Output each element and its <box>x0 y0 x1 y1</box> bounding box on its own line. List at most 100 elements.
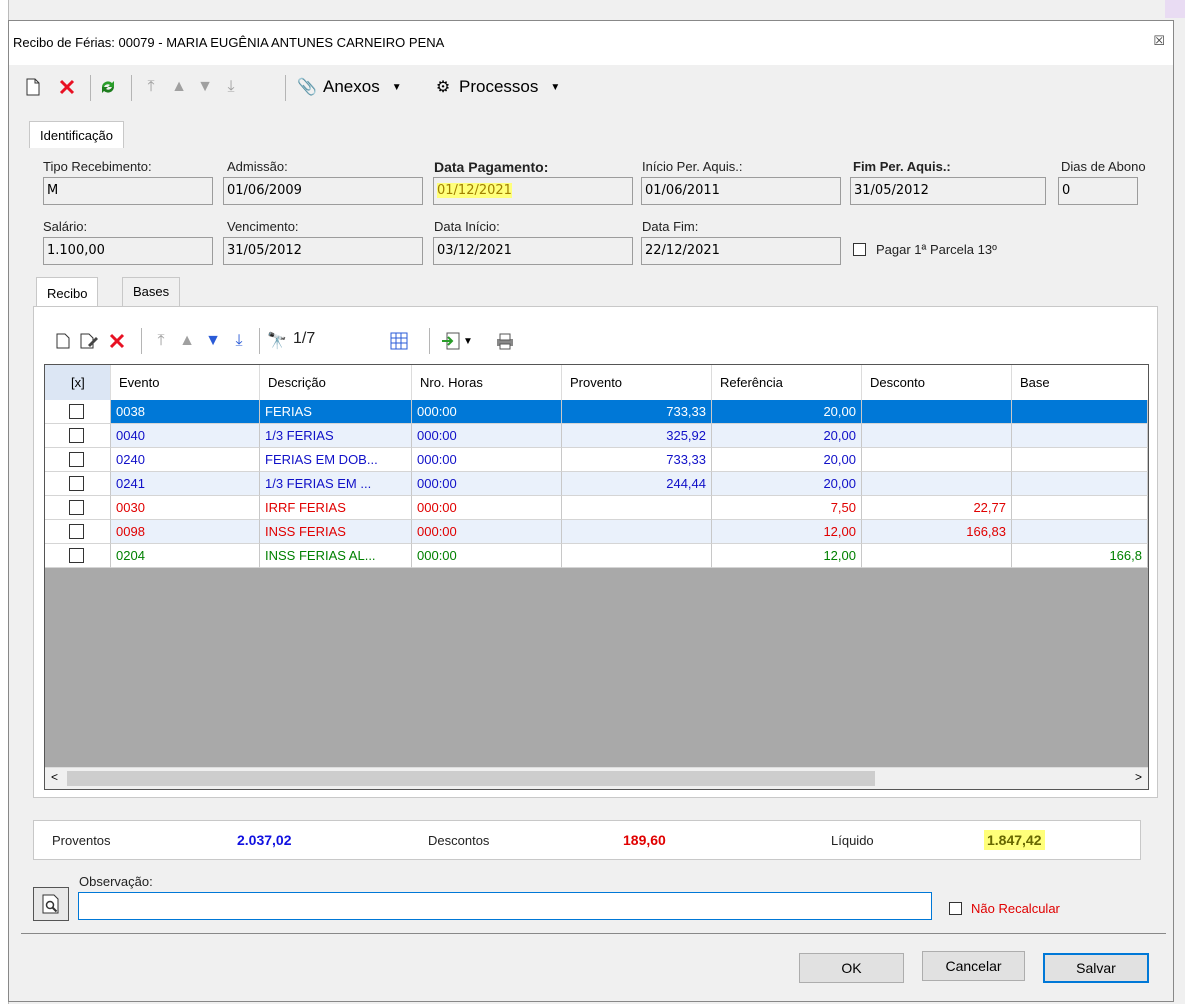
toolbar-separator <box>141 328 142 354</box>
close-icon[interactable]: ☒ <box>1153 33 1165 49</box>
cell-horas: 000:00 <box>412 472 562 496</box>
column-header-provento[interactable]: Provento <box>562 365 712 400</box>
cell-provento: 733,33 <box>562 400 712 424</box>
salvar-button[interactable]: Salvar <box>1043 953 1149 983</box>
column-header-nro-horas[interactable]: Nro. Horas <box>412 365 562 400</box>
data-inicio-field[interactable]: 03/12/2021 <box>433 237 633 265</box>
next-record-button[interactable]: ▼ <box>195 65 215 109</box>
pagar-parcela-checkbox[interactable] <box>853 243 866 256</box>
scroll-right-icon[interactable]: > <box>1135 770 1142 784</box>
data-pagamento-field[interactable]: 01/12/2021 <box>433 177 633 205</box>
table-row[interactable]: 0204 INSS FERIAS AL... 000:00 12,00 166,8 <box>45 544 1148 568</box>
scroll-left-icon[interactable]: < <box>51 770 58 784</box>
salario-field[interactable]: 1.100,00 <box>43 237 213 265</box>
grid-new-button[interactable] <box>53 319 73 363</box>
observacao-lookup-button[interactable] <box>33 887 69 921</box>
refresh-icon <box>98 77 118 97</box>
tab-identificacao[interactable]: Identificação <box>29 121 124 149</box>
scrollbar-thumb[interactable] <box>67 771 875 786</box>
page-indicator: 1/7 <box>293 330 316 347</box>
cell-horas: 000:00 <box>412 448 562 472</box>
grid-columns-button[interactable] <box>389 319 409 363</box>
chevron-down-icon: ▼ <box>463 335 473 347</box>
grid-edit-button[interactable] <box>79 319 99 363</box>
column-header-evento[interactable]: Evento <box>111 365 260 400</box>
tipo-recebimento-field[interactable]: M <box>43 177 213 205</box>
processos-menu-button[interactable]: ⚙ Processos ▼ <box>433 65 560 109</box>
salario-label: Salário: <box>43 219 88 234</box>
row-checkbox[interactable] <box>69 548 84 563</box>
grid-last-button[interactable]: ⤓ <box>229 319 249 363</box>
cell-evento: 0240 <box>111 448 260 472</box>
title-bar: Recibo de Férias: 00079 - MARIA EUGÊNIA … <box>9 21 1173 65</box>
row-checkbox[interactable] <box>69 500 84 515</box>
delete-button[interactable] <box>57 65 77 109</box>
refresh-button[interactable] <box>98 65 118 109</box>
cancelar-button[interactable]: Cancelar <box>922 951 1025 981</box>
main-toolbar: ⤒ ▲ ▼ ⤓ 📎 Anexos ▼ ⚙ Processos ▼ <box>9 65 1173 109</box>
cell-evento: 0098 <box>111 520 260 544</box>
anexos-menu-button[interactable]: 📎 Anexos ▼ <box>297 65 402 109</box>
grid-up-button[interactable]: ▲ <box>177 319 197 363</box>
grid-search-button[interactable]: 🔭 <box>267 319 287 363</box>
data-pagamento-value: 01/12/2021 <box>437 183 512 198</box>
tab-recibo[interactable]: Recibo <box>36 277 99 308</box>
grid-header: [x] Evento Descrição Nro. Horas Provento… <box>45 365 1148 400</box>
row-checkbox-cell <box>45 520 111 544</box>
cell-horas: 000:00 <box>412 544 562 568</box>
gears-icon: ⚙ <box>435 79 451 96</box>
column-header-desconto[interactable]: Desconto <box>862 365 1012 400</box>
tab-bases[interactable]: Bases <box>122 277 181 306</box>
observacao-input[interactable] <box>78 892 932 920</box>
nao-recalcular-checkbox[interactable] <box>949 902 962 915</box>
grid-export-button[interactable]: ▼ <box>441 319 473 363</box>
row-checkbox[interactable] <box>69 428 84 443</box>
cell-desconto <box>862 544 1012 568</box>
new-button[interactable] <box>23 65 43 109</box>
ok-button[interactable]: OK <box>799 953 904 983</box>
grid-first-button[interactable]: ⤒ <box>151 319 171 363</box>
row-checkbox-cell <box>45 544 111 568</box>
new-document-icon <box>23 77 43 97</box>
previous-record-button[interactable]: ▲ <box>169 65 189 109</box>
grid-print-button[interactable] <box>495 319 515 363</box>
inicio-per-aquis-field[interactable]: 01/06/2011 <box>641 177 841 205</box>
table-row[interactable]: 0098 INSS FERIAS 000:00 12,00 166,83 <box>45 520 1148 544</box>
fim-per-aquis-label: Fim Per. Aquis.: <box>853 159 951 174</box>
grid-delete-button[interactable] <box>107 319 127 363</box>
cell-desconto <box>862 448 1012 472</box>
dias-abono-field[interactable]: 0 <box>1058 177 1138 205</box>
magnifier-document-icon <box>42 894 59 914</box>
fim-per-aquis-field[interactable]: 31/05/2012 <box>850 177 1046 205</box>
row-checkbox[interactable] <box>69 476 84 491</box>
cell-descricao: 1/3 FERIAS <box>260 424 412 448</box>
first-record-button[interactable]: ⤒ <box>141 65 161 109</box>
column-header-base[interactable]: Base <box>1012 365 1148 400</box>
column-header-referencia[interactable]: Referência <box>712 365 862 400</box>
dialog-window: Recibo de Férias: 00079 - MARIA EUGÊNIA … <box>8 20 1174 1002</box>
row-checkbox[interactable] <box>69 524 84 539</box>
column-header-descricao[interactable]: Descrição <box>260 365 412 400</box>
admissao-field[interactable]: 01/06/2009 <box>223 177 423 205</box>
inicio-per-aquis-label: Início Per. Aquis.: <box>642 159 743 174</box>
row-checkbox-cell <box>45 448 111 472</box>
row-checkbox[interactable] <box>69 404 84 419</box>
table-row[interactable]: 0040 1/3 FERIAS 000:00 325,92 20,00 <box>45 424 1148 448</box>
cell-base <box>1012 424 1148 448</box>
table-row[interactable]: 0241 1/3 FERIAS EM ... 000:00 244,44 20,00 <box>45 472 1148 496</box>
horizontal-scrollbar[interactable]: < > <box>45 767 1148 789</box>
table-row[interactable]: 0030 IRRF FERIAS 000:00 7,50 22,77 <box>45 496 1148 520</box>
grid-layout-icon <box>389 331 409 351</box>
vencimento-field[interactable]: 31/05/2012 <box>223 237 423 265</box>
first-icon: ⤒ <box>157 332 165 349</box>
last-icon: ⤓ <box>235 332 243 349</box>
table-row[interactable]: 0038 FERIAS 000:00 733,33 20,00 <box>45 400 1148 424</box>
table-row[interactable]: 0240 FERIAS EM DOB... 000:00 733,33 20,00 <box>45 448 1148 472</box>
row-checkbox[interactable] <box>69 452 84 467</box>
printer-icon <box>495 331 515 351</box>
grid-down-button[interactable]: ▼ <box>203 319 223 363</box>
column-header-check[interactable]: [x] <box>45 365 111 400</box>
data-fim-field[interactable]: 22/12/2021 <box>641 237 841 265</box>
last-record-button[interactable]: ⤓ <box>221 65 241 109</box>
cell-referencia: 7,50 <box>712 496 862 520</box>
